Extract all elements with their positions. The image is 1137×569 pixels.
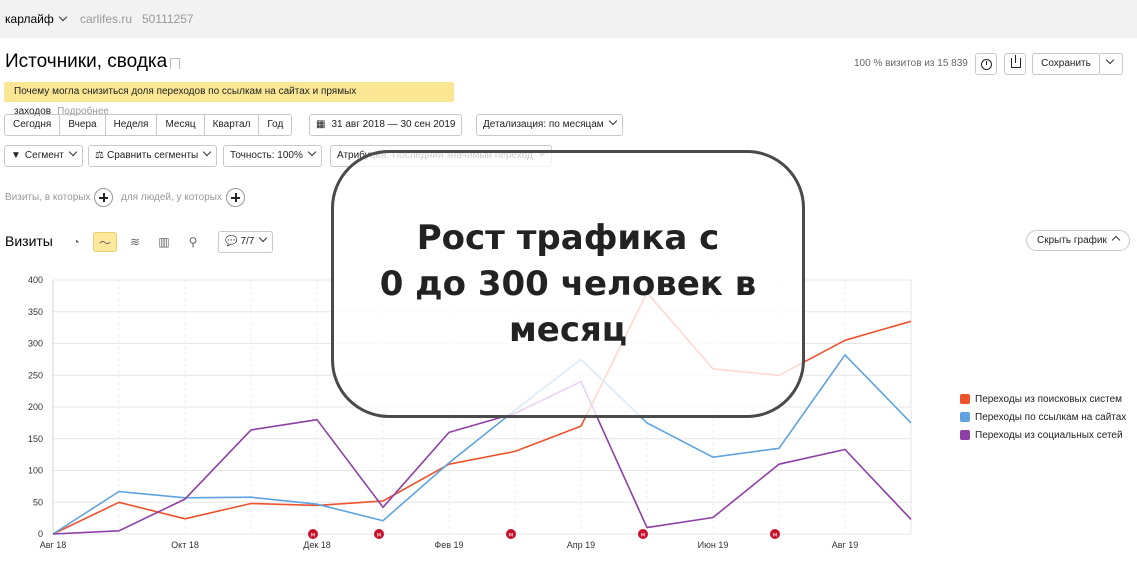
x-tick-label: Дек 18 <box>303 540 331 550</box>
chevron-down-icon <box>307 147 317 157</box>
pie-chart-icon[interactable]: ◔ <box>64 232 88 252</box>
series-count-dropdown[interactable]: 💬 7/7 <box>218 231 274 253</box>
save-button[interactable]: Сохранить <box>1032 53 1100 75</box>
chevron-up-icon <box>1111 235 1121 245</box>
y-tick-label: 250 <box>28 370 43 380</box>
period-month[interactable]: Месяц <box>157 115 205 135</box>
detail-dropdown[interactable]: Детализация: по месяцам <box>476 114 623 136</box>
share-icon <box>1011 55 1021 68</box>
annotation-marker-label: м <box>311 532 316 539</box>
counter-id: 50111257 <box>142 12 194 26</box>
date-range-button[interactable]: ▦ 31 авг 2018 — 30 сен 2019 <box>309 114 463 136</box>
legend-item-search[interactable]: Переходы из поисковых систем <box>960 390 1126 408</box>
x-tick-label: Авг 18 <box>40 540 67 550</box>
period-yesterday[interactable]: Вчера <box>60 115 106 135</box>
period-today[interactable]: Сегодня <box>5 115 61 135</box>
chart-legend: Переходы из поисковых систем Переходы по… <box>960 390 1126 444</box>
y-tick-label: 150 <box>28 434 43 444</box>
counter-selector[interactable]: карлайф <box>5 12 67 26</box>
x-tick-label: Окт 18 <box>171 540 199 550</box>
period-year[interactable]: Год <box>259 115 291 135</box>
series-count: 7/7 <box>240 236 255 247</box>
map-chart-icon[interactable]: ⚲ <box>181 232 205 252</box>
y-tick-label: 200 <box>28 402 43 412</box>
y-tick-label: 350 <box>28 307 43 317</box>
y-tick-label: 400 <box>28 275 43 285</box>
add-visit-filter-button[interactable] <box>94 188 113 207</box>
legend-label: Переходы из поисковых систем <box>975 393 1123 405</box>
top-bar: карлайф carlifes.ru 50111257 <box>0 0 1137 38</box>
overlay-line-2: 0 до 300 человек в <box>379 264 757 304</box>
x-tick-label: Апр 19 <box>567 540 595 550</box>
date-range-text: 31 авг 2018 — 30 сен 2019 <box>331 119 456 130</box>
line-chart-icon[interactable]: 〜 <box>93 232 117 252</box>
accuracy-dropdown[interactable]: Точность: 100% <box>223 145 322 167</box>
visits-share: 100 % визитов из 15 839 <box>854 58 968 69</box>
chart-metric-label: Визиты <box>5 233 53 249</box>
legend-checkbox[interactable] <box>960 430 970 440</box>
chevron-down-icon <box>58 12 67 22</box>
add-people-filter-button[interactable] <box>226 188 245 207</box>
period-quarter[interactable]: Квартал <box>205 115 260 135</box>
compare-segments-button[interactable]: ⚖ Сравнить сегменты <box>88 145 218 167</box>
overlay-line-1: Рост трафика с <box>416 218 720 258</box>
y-tick-label: 100 <box>28 466 43 476</box>
notice-banner: Почему могла снизиться доля переходов по… <box>4 82 454 117</box>
annotation-marker-label: м <box>641 532 646 539</box>
period-week[interactable]: Неделя <box>106 115 158 135</box>
x-tick-label: Авг 19 <box>832 540 859 550</box>
legend-item-links[interactable]: Переходы по ссылкам на сайтах <box>960 408 1126 426</box>
overlay-callout: Рост трафика с 0 до 300 человек в месяц <box>331 150 805 418</box>
hide-chart-button[interactable]: Скрыть график <box>1026 230 1130 251</box>
bar-chart-icon[interactable]: ▥ <box>152 232 176 252</box>
detail-text: Детализация: по месяцам <box>483 119 604 130</box>
filter-visits-label: Визиты, в которых <box>5 192 91 203</box>
y-tick-label: 300 <box>28 339 43 349</box>
counter-name: карлайф <box>5 12 54 26</box>
annotation-marker-label: м <box>773 532 778 539</box>
filter-icon: ▼ <box>11 150 21 161</box>
x-tick-label: Июн 19 <box>698 540 729 550</box>
chevron-down-icon <box>259 233 268 243</box>
y-tick-label: 0 <box>38 529 43 539</box>
segment-button[interactable]: ▼ Сегмент <box>4 145 83 167</box>
legend-label: Переходы из социальных сетей <box>975 429 1123 441</box>
compare-icon: ⚖ <box>95 150 104 161</box>
filter-people-label: для людей, у которых <box>121 192 222 203</box>
area-chart-icon[interactable]: ≋ <box>123 232 147 252</box>
chevron-down-icon <box>608 116 617 126</box>
annotation-marker-label: м <box>509 532 514 539</box>
save-menu-button[interactable] <box>1099 53 1123 75</box>
speech-icon: 💬 <box>225 236 238 247</box>
bookmark-icon[interactable] <box>170 58 180 69</box>
legend-label: Переходы по ссылкам на сайтах <box>975 411 1127 423</box>
accuracy-label: Точность: 100% <box>230 150 303 161</box>
chevron-down-icon <box>1105 55 1115 65</box>
legend-item-social[interactable]: Переходы из социальных сетей <box>960 426 1126 444</box>
chevron-down-icon <box>68 147 78 157</box>
y-tick-label: 50 <box>33 497 43 507</box>
site-domain: carlifes.ru <box>80 12 133 26</box>
annotation-marker-label: м <box>377 532 382 539</box>
compare-label: Сравнить сегменты <box>106 150 199 161</box>
page-title: Источники, сводка <box>5 51 168 72</box>
x-tick-label: Фев 19 <box>434 540 463 550</box>
legend-checkbox[interactable] <box>960 394 970 404</box>
history-button[interactable] <box>975 53 997 75</box>
legend-checkbox[interactable] <box>960 412 970 422</box>
segment-label: Сегмент <box>24 150 64 161</box>
period-selector: Сегодня Вчера Неделя Месяц Квартал Год <box>4 114 293 136</box>
clock-icon <box>981 59 992 70</box>
overlay-line-3: месяц <box>508 310 628 350</box>
calendar-icon: ▦ <box>316 119 326 130</box>
chevron-down-icon <box>203 147 212 157</box>
export-button[interactable] <box>1004 53 1026 75</box>
hide-chart-label: Скрыть график <box>1037 235 1107 246</box>
